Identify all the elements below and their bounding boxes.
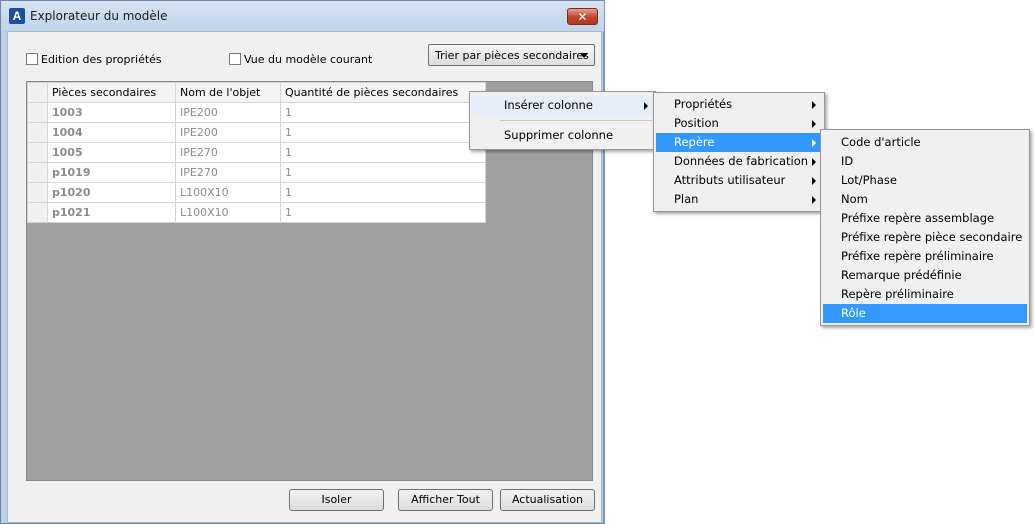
edit-properties-label: Edition des propriétés bbox=[41, 53, 162, 66]
object-name-cell[interactable]: IPE270 bbox=[175, 162, 281, 183]
mark-item-label: Préfixe repère pièce secondaire bbox=[841, 230, 1023, 244]
results-table: Pièces secondaires Nom de l'objet Quanti… bbox=[27, 82, 486, 223]
show-all-button[interactable]: Afficher Tout bbox=[398, 489, 493, 511]
quantity-cell[interactable]: 1 bbox=[280, 102, 486, 123]
submenu-arrow-icon bbox=[812, 196, 816, 204]
mark-item-lot-phase[interactable]: Lot/Phase bbox=[823, 171, 1027, 190]
dropdown-arrow-icon bbox=[580, 53, 588, 58]
table-row[interactable]: p1020 L100X10 1 bbox=[27, 182, 486, 203]
mark-item-label: Rôle bbox=[841, 306, 866, 320]
mark-item-article-code[interactable]: Code d'article bbox=[823, 133, 1027, 152]
row-header[interactable] bbox=[27, 202, 48, 223]
mark-item-label: Nom bbox=[841, 192, 868, 206]
row-header[interactable] bbox=[27, 182, 48, 203]
table-row[interactable]: 1005 IPE270 1 bbox=[27, 142, 486, 163]
submenu-arrow-icon bbox=[812, 120, 816, 128]
delete-column-label: Supprimer colonne bbox=[504, 128, 614, 142]
submenu-item-position[interactable]: Position bbox=[656, 114, 822, 133]
mark-item-label: Préfixe repère préliminaire bbox=[841, 249, 994, 263]
mark-item-name[interactable]: Nom bbox=[823, 190, 1027, 209]
quantity-cell[interactable]: 1 bbox=[280, 122, 486, 143]
submenu-arrow-icon bbox=[644, 102, 648, 110]
submenu-item-label: Attributs utilisateur bbox=[674, 173, 786, 187]
mark-item-preliminary-prefix[interactable]: Préfixe repère préliminaire bbox=[823, 247, 1027, 266]
object-name-cell[interactable]: IPE200 bbox=[175, 122, 281, 143]
quantity-cell[interactable]: 1 bbox=[280, 202, 486, 223]
mark-item-label: Code d'article bbox=[841, 135, 921, 149]
refresh-button[interactable]: Actualisation bbox=[500, 489, 595, 511]
table-row[interactable]: 1004 IPE200 1 bbox=[27, 122, 486, 143]
app-logo-icon: A bbox=[9, 8, 25, 24]
insert-column-item[interactable]: Insérer colonne bbox=[472, 96, 653, 115]
part-cell[interactable]: p1021 bbox=[47, 202, 176, 223]
mark-submenu: Code d'article ID Lot/Phase Nom Préfixe … bbox=[820, 129, 1030, 326]
part-cell[interactable]: 1003 bbox=[47, 102, 176, 123]
submenu-item-label: Données de fabrication bbox=[674, 154, 809, 168]
part-cell[interactable]: p1019 bbox=[47, 162, 176, 183]
object-name-cell[interactable]: L100X10 bbox=[175, 182, 281, 203]
object-name-cell[interactable]: IPE200 bbox=[175, 102, 281, 123]
insert-column-label: Insérer colonne bbox=[504, 98, 593, 112]
current-model-view-checkbox[interactable] bbox=[229, 53, 241, 65]
row-header-corner[interactable] bbox=[27, 82, 48, 103]
window-title: Explorateur du modèle bbox=[30, 9, 168, 23]
quantity-cell[interactable]: 1 bbox=[280, 182, 486, 203]
part-cell[interactable]: 1005 bbox=[47, 142, 176, 163]
row-header[interactable] bbox=[27, 162, 48, 183]
mark-item-label: Préfixe repère assemblage bbox=[841, 211, 995, 225]
column-header[interactable]: Pièces secondaires bbox=[47, 82, 176, 103]
column-context-menu: Insérer colonne Supprimer colonne bbox=[469, 91, 656, 150]
mark-item-part-prefix[interactable]: Préfixe repère pièce secondaire bbox=[823, 228, 1027, 247]
mark-item-preliminary-mark[interactable]: Repère préliminaire bbox=[823, 285, 1027, 304]
submenu-arrow-icon bbox=[812, 139, 816, 147]
column-header[interactable]: Nom de l'objet bbox=[175, 82, 281, 103]
part-cell[interactable]: 1004 bbox=[47, 122, 176, 143]
submenu-item-label: Propriétés bbox=[674, 97, 733, 111]
model-explorer-window: A Explorateur du modèle ✕ Edition des pr… bbox=[0, 0, 605, 524]
mark-item-label: Repère préliminaire bbox=[841, 287, 954, 301]
table-row[interactable]: p1021 L100X10 1 bbox=[27, 202, 486, 223]
table-row[interactable]: p1019 IPE270 1 bbox=[27, 162, 486, 183]
mark-item-label: Lot/Phase bbox=[841, 173, 897, 187]
submenu-arrow-icon bbox=[812, 158, 816, 166]
table-header-row: Pièces secondaires Nom de l'objet Quanti… bbox=[27, 82, 486, 103]
mark-item-label: ID bbox=[841, 154, 854, 168]
submenu-arrow-icon bbox=[812, 177, 816, 185]
object-name-cell[interactable]: L100X10 bbox=[175, 202, 281, 223]
mark-item-label: Remarque prédéfinie bbox=[841, 268, 962, 282]
submenu-item-drawing[interactable]: Plan bbox=[656, 190, 822, 209]
submenu-item-label: Plan bbox=[674, 192, 699, 206]
row-header[interactable] bbox=[27, 102, 48, 123]
sort-dropdown[interactable]: Trier par pièces secondaires bbox=[428, 44, 595, 66]
submenu-item-label: Repère bbox=[674, 135, 715, 149]
submenu-item-properties[interactable]: Propriétés bbox=[656, 95, 822, 114]
submenu-item-mark[interactable]: Repère bbox=[656, 133, 822, 152]
row-header[interactable] bbox=[27, 122, 48, 143]
mark-item-id[interactable]: ID bbox=[823, 152, 1027, 171]
sort-dropdown-value: Trier par pièces secondaires bbox=[435, 49, 589, 62]
quantity-cell[interactable]: 1 bbox=[280, 162, 486, 183]
title-bar[interactable]: A Explorateur du modèle ✕ bbox=[1, 1, 604, 31]
table-row[interactable]: 1003 IPE200 1 bbox=[27, 102, 486, 123]
insert-column-submenu: Propriétés Position Repère Données de fa… bbox=[653, 92, 825, 212]
row-header[interactable] bbox=[27, 142, 48, 163]
submenu-arrow-icon bbox=[812, 101, 816, 109]
mark-item-role[interactable]: Rôle bbox=[823, 304, 1027, 323]
isolate-button[interactable]: Isoler bbox=[289, 489, 384, 511]
mark-item-predefined-remark[interactable]: Remarque prédéfinie bbox=[823, 266, 1027, 285]
current-model-view-label: Vue du modèle courant bbox=[244, 53, 373, 66]
mark-item-assembly-prefix[interactable]: Préfixe repère assemblage bbox=[823, 209, 1027, 228]
object-name-cell[interactable]: IPE270 bbox=[175, 142, 281, 163]
submenu-item-fabrication-data[interactable]: Données de fabrication bbox=[656, 152, 822, 171]
quantity-cell[interactable]: 1 bbox=[280, 142, 486, 163]
delete-column-item[interactable]: Supprimer colonne bbox=[472, 126, 653, 145]
part-cell[interactable]: p1020 bbox=[47, 182, 176, 203]
submenu-item-label: Position bbox=[674, 116, 719, 130]
edit-properties-checkbox[interactable] bbox=[26, 53, 38, 65]
submenu-item-user-attributes[interactable]: Attributs utilisateur bbox=[656, 171, 822, 190]
column-header[interactable]: Quantité de pièces secondaires bbox=[280, 82, 486, 103]
close-button[interactable]: ✕ bbox=[567, 8, 598, 25]
menu-separator bbox=[500, 120, 652, 121]
